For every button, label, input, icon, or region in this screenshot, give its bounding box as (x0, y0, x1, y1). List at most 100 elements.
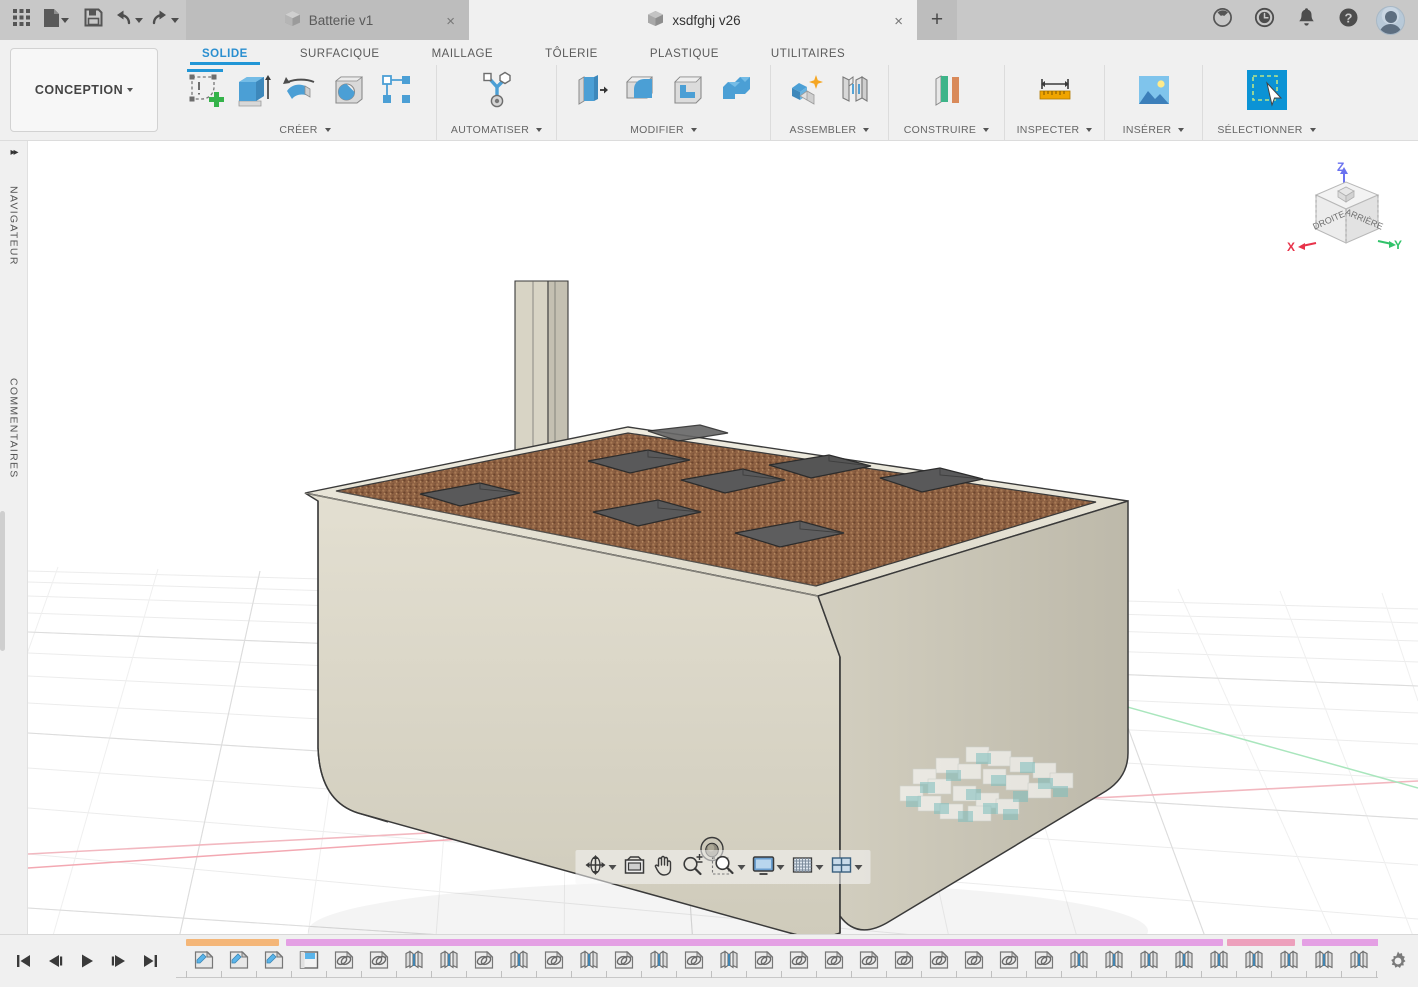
timeline-feature-mirror[interactable] (1096, 947, 1131, 977)
timeline-feature-mirror[interactable] (1236, 947, 1271, 977)
expand-browser-toggle[interactable]: ▸▸ (10, 147, 18, 158)
go-to-end-button[interactable] (138, 948, 164, 974)
grid-snaps-button[interactable] (789, 851, 826, 884)
automate-tool[interactable] (474, 67, 520, 119)
3d-viewport[interactable]: Z X Y DROITE ARRIÈRE (28, 141, 1418, 934)
revolve-tool[interactable] (278, 67, 324, 119)
ribbon-tab-solide[interactable]: SOLIDE (176, 48, 274, 65)
ribbon-tab-utilitaires[interactable]: UTILITAIRES (745, 48, 871, 65)
timeline-feature-chain[interactable] (676, 947, 711, 977)
ribbon-tab-tolerie[interactable]: TÔLERIE (519, 48, 624, 65)
timeline-feature-plane[interactable] (291, 947, 326, 977)
timeline-feature-chain[interactable] (851, 947, 886, 977)
timeline-feature-mirror[interactable] (1341, 947, 1376, 977)
timeline-track[interactable] (176, 935, 1378, 987)
combine-tool[interactable] (713, 67, 759, 119)
help-button[interactable]: ? (1328, 0, 1368, 40)
pan-tool[interactable] (651, 851, 677, 884)
extension-manager-button[interactable] (1202, 0, 1242, 40)
panel-label-construire[interactable]: CONSTRUIRE (889, 120, 1004, 140)
ribbon-tab-maillage[interactable]: MAILLAGE (406, 48, 520, 65)
timeline-feature-mirror[interactable] (711, 947, 746, 977)
timeline-feature-chain[interactable] (921, 947, 956, 977)
timeline-feature-chain[interactable] (536, 947, 571, 977)
timeline-settings-button[interactable] (1378, 935, 1418, 987)
document-tab-xsdfghj[interactable]: xsdfghj v26 × (469, 0, 917, 40)
timeline-feature-chain[interactable] (326, 947, 361, 977)
panel-label-automatiser[interactable]: AUTOMATISER (437, 120, 556, 140)
browser-panel-tab[interactable]: NAVIGATEUR (8, 180, 20, 272)
timeline-feature-chain[interactable] (781, 947, 816, 977)
timeline-feature-chain[interactable] (991, 947, 1026, 977)
step-back-button[interactable] (42, 948, 68, 974)
orbit-tool[interactable] (582, 851, 619, 884)
joint-tool[interactable] (831, 67, 877, 119)
shell-tool[interactable] (665, 67, 711, 119)
insert-canvas-tool[interactable] (1131, 67, 1177, 119)
new-file-button[interactable] (40, 0, 74, 40)
comments-panel-tab[interactable]: COMMENTAIRES (8, 372, 20, 485)
new-component-tool[interactable] (783, 67, 829, 119)
panel-label-selectionner[interactable]: SÉLECTIONNER (1203, 120, 1330, 140)
timeline-feature-mirror[interactable] (571, 947, 606, 977)
timeline-feature-chain[interactable] (361, 947, 396, 977)
workspace-selector[interactable]: CONCEPTION (10, 48, 158, 132)
ribbon-tab-surfacique[interactable]: SURFACIQUE (274, 48, 406, 65)
timeline-feature-mirror[interactable] (1271, 947, 1306, 977)
extrude-tool[interactable] (230, 67, 276, 119)
timeline-feature-mirror[interactable] (1166, 947, 1201, 977)
save-button[interactable] (76, 0, 110, 40)
panel-label-assembler[interactable]: ASSEMBLER (771, 120, 888, 140)
play-button[interactable] (74, 948, 100, 974)
timeline-feature-chain[interactable] (1026, 947, 1061, 977)
timeline-feature-chain[interactable] (886, 947, 921, 977)
timeline-feature-mirror[interactable] (1201, 947, 1236, 977)
viewports-button[interactable] (828, 851, 865, 884)
app-grid-button[interactable] (4, 0, 38, 40)
timeline-feature-sketch[interactable] (186, 947, 221, 977)
fit-tool[interactable] (709, 851, 748, 884)
timeline-feature-chain[interactable] (816, 947, 851, 977)
close-icon[interactable]: × (442, 11, 459, 32)
display-settings-button[interactable] (750, 851, 787, 884)
timeline-feature-mirror[interactable] (501, 947, 536, 977)
step-forward-button[interactable] (106, 948, 132, 974)
press-pull-tool[interactable] (569, 67, 615, 119)
redo-button[interactable] (148, 0, 182, 40)
panel-label-inspecter[interactable]: INSPECTER (1005, 120, 1104, 140)
notifications-button[interactable] (1286, 0, 1326, 40)
look-at-tool[interactable] (621, 851, 649, 884)
close-icon[interactable]: × (890, 11, 907, 32)
view-cube[interactable]: Z X Y DROITE ARRIÈRE (1286, 159, 1406, 264)
timeline-feature-mirror[interactable] (1306, 947, 1341, 977)
hole-tool[interactable] (326, 67, 372, 119)
job-status-button[interactable] (1244, 0, 1284, 40)
timeline-feature-chain[interactable] (746, 947, 781, 977)
user-account-button[interactable] (1370, 0, 1410, 40)
measure-tool[interactable] (1032, 67, 1078, 119)
timeline-feature-chain[interactable] (466, 947, 501, 977)
timeline-feature-chain[interactable] (606, 947, 641, 977)
document-tab-batterie[interactable]: Batterie v1 × (186, 0, 469, 40)
fillet-tool[interactable] (617, 67, 663, 119)
timeline-feature-sketch[interactable] (221, 947, 256, 977)
offset-plane-tool[interactable] (924, 67, 970, 119)
timeline-feature-mirror[interactable] (431, 947, 466, 977)
panel-label-inserer[interactable]: INSÉRER (1105, 120, 1202, 140)
rectangular-pattern-tool[interactable] (374, 67, 420, 119)
timeline-feature-mirror[interactable] (641, 947, 676, 977)
panel-label-modifier[interactable]: MODIFIER (557, 120, 770, 140)
timeline-feature-chain[interactable] (956, 947, 991, 977)
go-to-start-button[interactable] (10, 948, 36, 974)
select-tool[interactable] (1244, 67, 1290, 119)
create-sketch-tool[interactable] (182, 67, 228, 119)
panel-label-creer[interactable]: CRÉER (174, 120, 436, 140)
timeline-feature-mirror[interactable] (396, 947, 431, 977)
rail-scrollbar[interactable] (0, 511, 5, 651)
timeline-feature-mirror[interactable] (1061, 947, 1096, 977)
timeline-feature-mirror[interactable] (1131, 947, 1166, 977)
timeline-feature-sketch[interactable] (256, 947, 291, 977)
ribbon-tab-plastique[interactable]: PLASTIQUE (624, 48, 745, 65)
zoom-tool[interactable] (679, 851, 707, 884)
undo-button[interactable] (112, 0, 146, 40)
